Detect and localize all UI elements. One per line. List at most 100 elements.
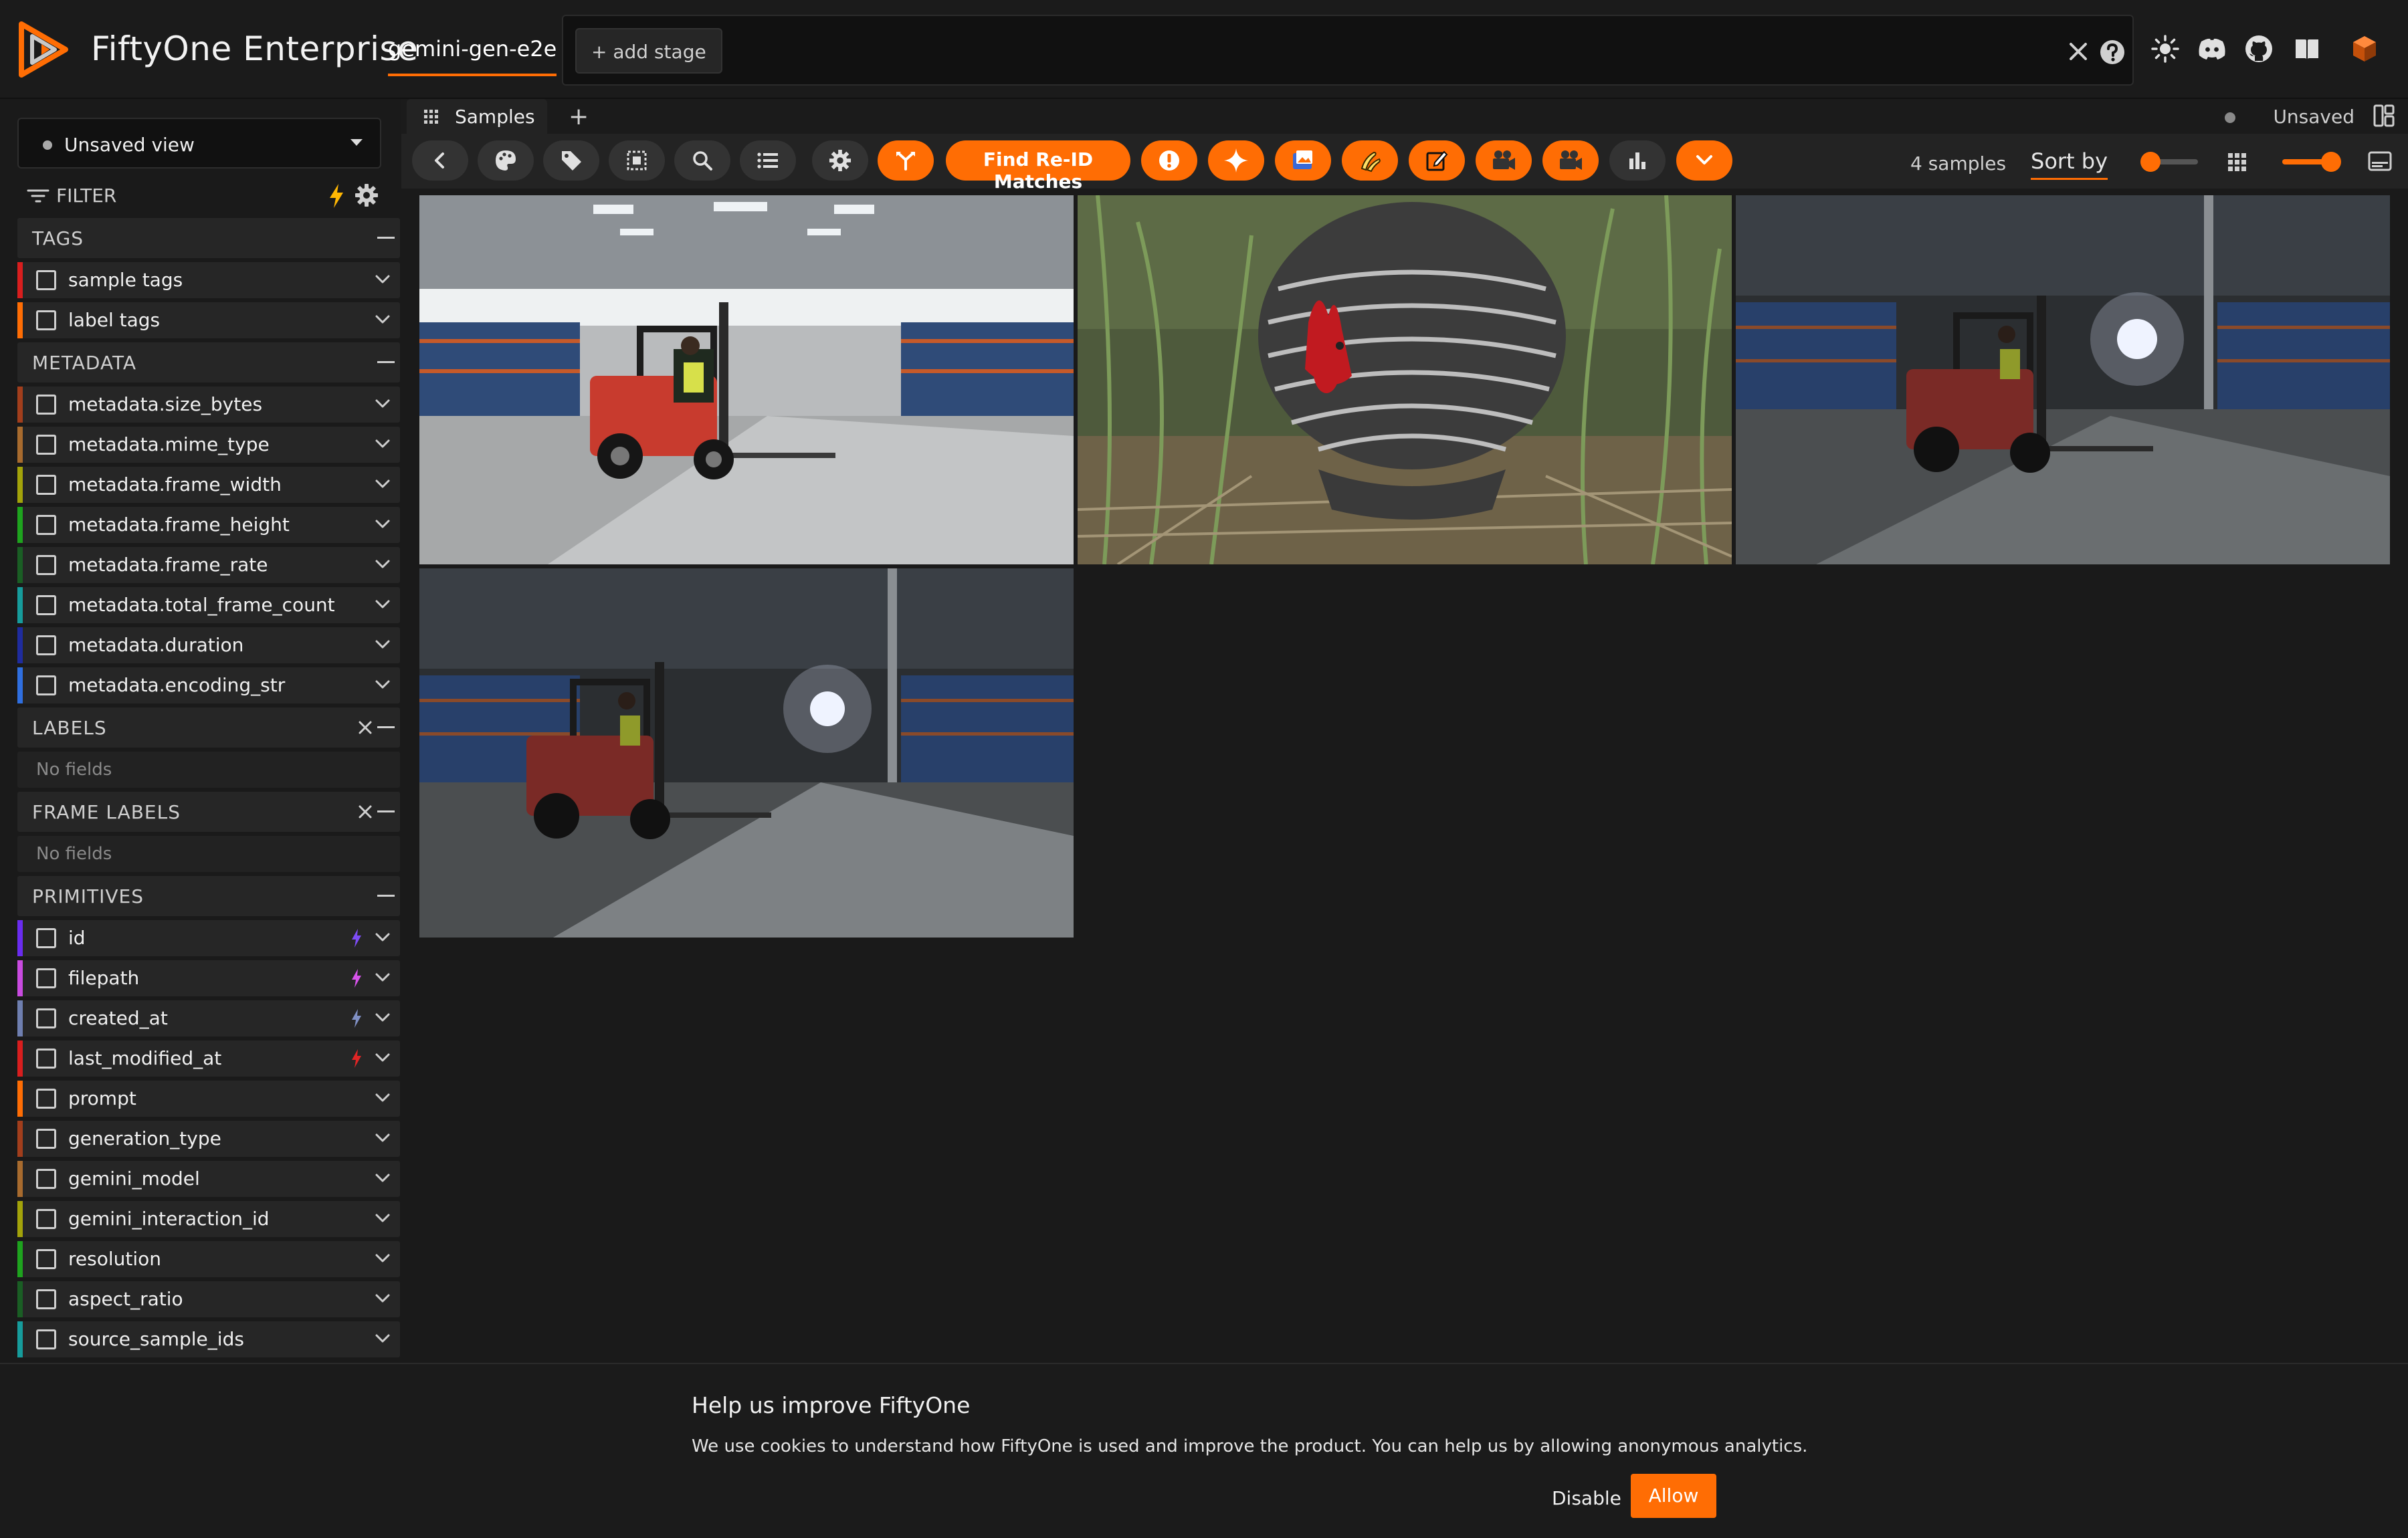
field-checkbox[interactable] — [36, 635, 56, 655]
chevron-down-icon[interactable] — [375, 1213, 391, 1224]
histogram-button[interactable] — [1609, 140, 1666, 181]
sidebar-field-sample-tags[interactable]: sample tags — [17, 262, 400, 298]
field-checkbox[interactable] — [36, 475, 56, 495]
sample-tile-forklift-dark[interactable] — [1736, 195, 2390, 564]
theme-sun-icon[interactable] — [2150, 33, 2181, 64]
chevron-down-icon[interactable] — [375, 932, 391, 943]
grid-size-slider[interactable] — [2282, 152, 2341, 172]
tab-samples[interactable]: Samples — [407, 99, 547, 134]
field-checkbox[interactable] — [36, 435, 56, 455]
github-icon[interactable] — [2243, 33, 2274, 64]
sample-tile-chicken[interactable] — [1078, 195, 1732, 564]
chevron-down-icon[interactable] — [375, 679, 391, 690]
field-checkbox[interactable] — [36, 555, 56, 575]
disable-analytics-button[interactable]: Disable — [1538, 1476, 1635, 1521]
color-scheme-button[interactable] — [478, 140, 534, 181]
chevron-down-icon[interactable] — [375, 639, 391, 650]
collapse-minus-icon[interactable] — [377, 810, 395, 812]
section-labels[interactable]: LABELS — [17, 707, 400, 748]
operator-image-button[interactable] — [1275, 140, 1331, 181]
settings-gear-icon[interactable] — [355, 183, 379, 207]
section-frame-labels[interactable]: FRAME LABELS — [17, 792, 400, 832]
user-cube-avatar[interactable] — [2349, 33, 2380, 64]
field-checkbox[interactable] — [36, 968, 56, 988]
field-checkbox[interactable] — [36, 515, 56, 535]
allow-analytics-button[interactable]: Allow — [1631, 1474, 1716, 1518]
chevron-down-icon[interactable] — [375, 314, 391, 325]
operator-alert-button[interactable] — [1141, 140, 1197, 181]
back-button[interactable] — [412, 140, 468, 181]
chevron-down-icon[interactable] — [375, 559, 391, 570]
find-reid-matches-button[interactable]: Find Re-ID Matches — [946, 140, 1130, 193]
close-icon[interactable] — [2066, 39, 2091, 64]
add-panel-button[interactable]: + — [569, 103, 589, 130]
dataset-selector[interactable]: gemini-gen-e2e — [388, 36, 557, 76]
field-checkbox[interactable] — [36, 310, 56, 330]
sidebar-field-label-tags[interactable]: label tags — [17, 302, 400, 338]
sidebar-field-metadata-frame-height[interactable]: metadata.frame_height — [17, 507, 400, 543]
close-icon[interactable] — [357, 804, 373, 820]
chevron-down-icon[interactable] — [375, 1093, 391, 1103]
more-operators-button[interactable] — [1676, 140, 1732, 181]
discord-icon[interactable] — [2197, 33, 2227, 64]
operator-video-button[interactable] — [1476, 140, 1532, 181]
chevron-down-icon[interactable] — [375, 1133, 391, 1143]
sidebar-field-gemini-model[interactable]: gemini_model — [17, 1161, 400, 1197]
chevron-down-icon[interactable] — [375, 972, 391, 983]
operator-gemini-button[interactable] — [1208, 140, 1264, 181]
field-checkbox[interactable] — [36, 1249, 56, 1269]
grid-size-slider-knob[interactable] — [2321, 152, 2341, 172]
sidebar-field-metadata-duration[interactable]: metadata.duration — [17, 627, 400, 663]
sidebar-field-id[interactable]: id — [17, 920, 400, 956]
sidebar-field-resolution[interactable]: resolution — [17, 1241, 400, 1277]
operator-merge-button[interactable] — [878, 140, 934, 181]
sidebar-field-metadata-frame-rate[interactable]: metadata.frame_rate — [17, 547, 400, 583]
view-bar[interactable]: + add stage — [562, 15, 2134, 86]
zoom-slider-knob[interactable] — [2140, 152, 2161, 172]
field-checkbox[interactable] — [36, 1049, 56, 1069]
field-checkbox[interactable] — [36, 595, 56, 615]
sort-by-dropdown[interactable]: Sort by — [2031, 148, 2108, 180]
operator-video-2-button[interactable] — [1542, 140, 1599, 181]
fiftyone-logo-icon[interactable] — [16, 20, 75, 79]
chevron-down-icon[interactable] — [375, 519, 391, 530]
grid-view-icon[interactable] — [2227, 152, 2247, 173]
chevron-down-icon[interactable] — [375, 1333, 391, 1344]
sidebar-field-metadata-mime-type[interactable]: metadata.mime_type — [17, 427, 400, 463]
chevron-down-icon[interactable] — [375, 1012, 391, 1023]
chevron-down-icon[interactable] — [375, 1173, 391, 1184]
sidebar-field-source-sample-ids[interactable]: source_sample_ids — [17, 1321, 400, 1357]
field-checkbox[interactable] — [36, 270, 56, 290]
field-checkbox[interactable] — [36, 1169, 56, 1189]
chevron-down-icon[interactable] — [375, 274, 391, 285]
sidebar-field-gemini-interaction-id[interactable]: gemini_interaction_id — [17, 1201, 400, 1237]
chevron-down-icon[interactable] — [375, 1053, 391, 1063]
chevron-down-icon[interactable] — [375, 1253, 391, 1264]
lightning-query-performance-icon[interactable] — [328, 183, 345, 209]
section-primitives[interactable]: PRIMITIVES — [17, 876, 400, 916]
sample-tile-forklift-dark-2[interactable] — [419, 568, 1074, 938]
operator-bananas-button[interactable] — [1342, 140, 1398, 181]
chevron-down-icon[interactable] — [375, 399, 391, 409]
side-panel-icon[interactable] — [2368, 151, 2392, 171]
field-checkbox[interactable] — [36, 675, 56, 695]
section-metadata[interactable]: METADATA — [17, 342, 400, 382]
similarity-search-button[interactable] — [674, 140, 730, 181]
sidebar-field-filepath[interactable]: filepath — [17, 960, 400, 996]
field-checkbox[interactable] — [36, 1329, 56, 1349]
add-stage-button[interactable]: + add stage — [575, 28, 722, 74]
collapse-minus-icon[interactable] — [377, 726, 395, 728]
sample-tile-forklift-bright[interactable] — [419, 195, 1074, 564]
chevron-down-icon[interactable] — [375, 599, 391, 610]
split-layout-icon[interactable] — [2373, 104, 2395, 127]
sidebar-field-aspect-ratio[interactable]: aspect_ratio — [17, 1281, 400, 1317]
chevron-down-icon[interactable] — [375, 439, 391, 449]
field-checkbox[interactable] — [36, 1289, 56, 1309]
sidebar-field-metadata-size-bytes[interactable]: metadata.size_bytes — [17, 387, 400, 423]
saved-view-select[interactable]: Unsaved view — [17, 118, 381, 169]
field-checkbox[interactable] — [36, 928, 56, 948]
field-checkbox[interactable] — [36, 1089, 56, 1109]
section-tags[interactable]: TAGS — [17, 218, 400, 258]
sidebar-field-generation-type[interactable]: generation_type — [17, 1121, 400, 1157]
sort-list-button[interactable] — [740, 140, 796, 181]
